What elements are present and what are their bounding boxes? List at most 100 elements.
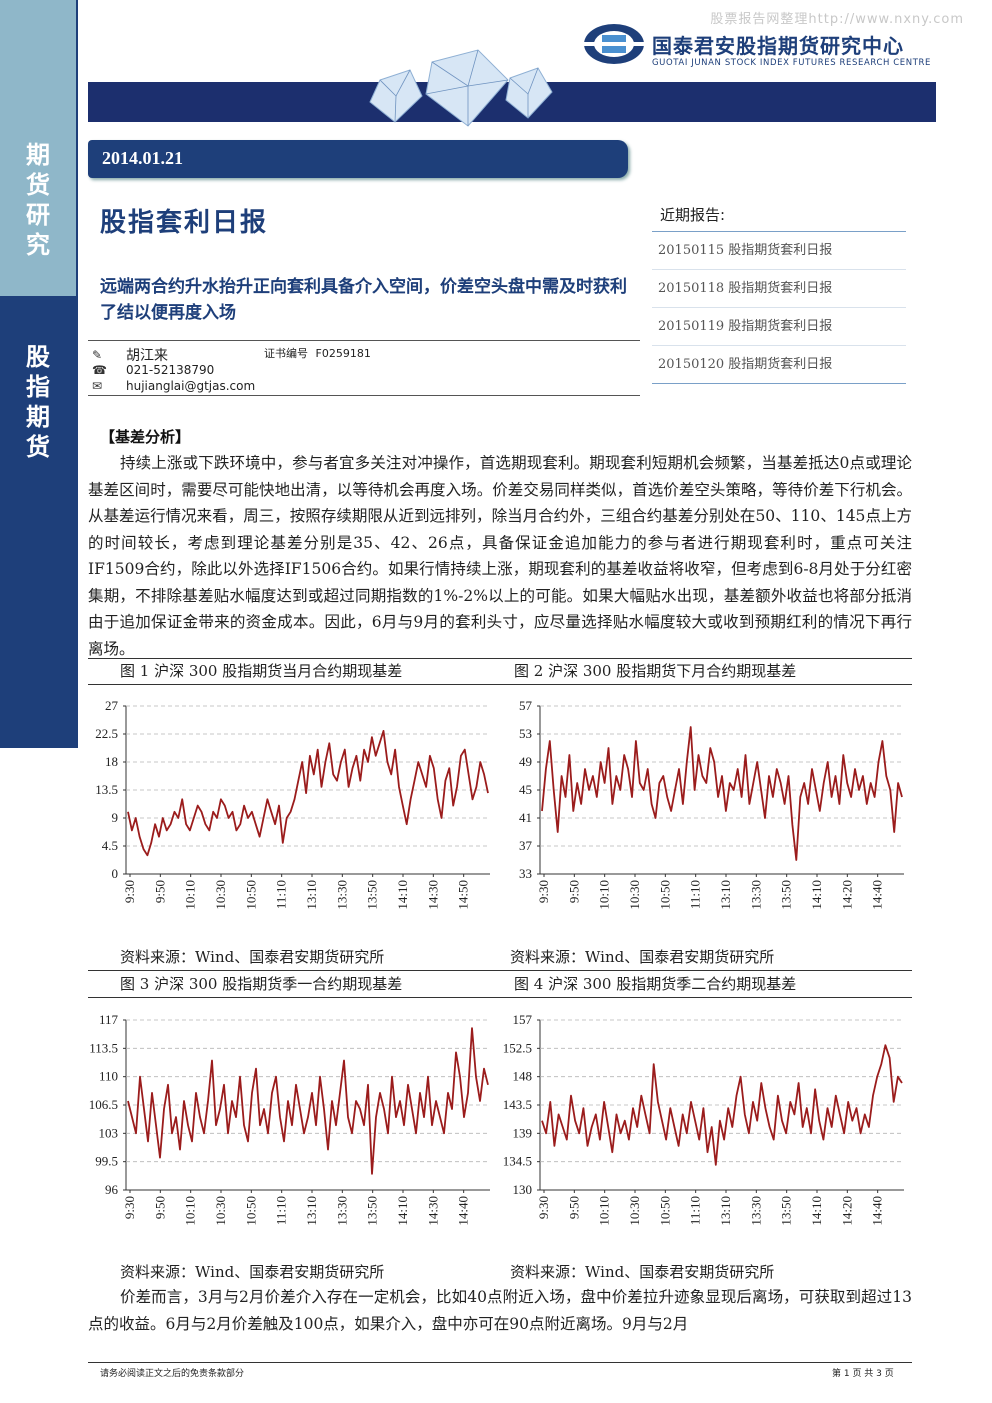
caption-rule — [88, 997, 912, 998]
x-tick-label: 14:40 — [870, 880, 885, 910]
series-line — [541, 726, 903, 861]
x-tick-label: 9:30 — [122, 1196, 137, 1219]
date-bar: 2014.01.21 — [88, 140, 628, 178]
y-tick-label: 0 — [112, 866, 119, 881]
x-tick-label: 10:50 — [243, 1196, 258, 1226]
x-tick-label: 11:10 — [274, 880, 289, 909]
x-tick-label: 10:50 — [243, 880, 258, 910]
chart-1: 27 22.5 18 13.5 9 4.5 09:30 9:50 10:10 10:30 10:50… — [95, 698, 490, 910]
x-tick-label: 10:10 — [183, 880, 198, 910]
recent-report-item[interactable]: 20150115 股指期货套利日报 — [652, 232, 906, 270]
y-tick-label: 117 — [99, 1012, 119, 1027]
x-tick-label: 13:30 — [334, 1196, 349, 1226]
figure-4-caption: 图 4 沪深 300 股指期货季二合约期现基差 — [514, 975, 797, 993]
x-tick-label: 13:10 — [304, 880, 319, 910]
x-tick-label: 10:10 — [597, 1196, 612, 1226]
recent-reports-title: 近期报告: — [652, 204, 906, 232]
y-tick-label: 134.5 — [503, 1154, 532, 1169]
logo-name-en: GUOTAI JUNAN STOCK INDEX FUTURES RESEARC… — [652, 58, 932, 68]
sidebar-divider — [76, 0, 78, 748]
chart-3: 117 113.5 110 106.5 103 99.5 969:30 9:50 10:10 10… — [89, 1012, 490, 1226]
x-tick-label: 13:30 — [748, 1196, 763, 1226]
chart-1-source: 资料来源：Wind、国泰君安期货研究所 — [120, 948, 385, 966]
x-tick-label: 11:10 — [688, 1196, 703, 1225]
x-tick-label: 13:50 — [779, 880, 794, 910]
x-tick-label: 14:10 — [809, 1196, 824, 1226]
y-tick-label: 106.5 — [89, 1097, 118, 1112]
logo-name-cn: 国泰君安股指期货研究中心 — [652, 33, 904, 58]
x-tick-label: 9:50 — [152, 1196, 167, 1219]
x-tick-label: 10:30 — [213, 880, 228, 910]
report-date: 2014.01.21 — [102, 148, 183, 168]
x-tick-label: 10:10 — [597, 880, 612, 910]
x-tick-label: 13:10 — [304, 1196, 319, 1226]
series-line — [127, 730, 489, 857]
y-tick-label: 152.5 — [503, 1040, 532, 1055]
report-title: 股指套利日报 — [100, 208, 269, 238]
author-email[interactable]: hujianglai@gtjas.com — [126, 379, 255, 393]
y-tick-label: 41 — [519, 810, 532, 825]
x-tick-label: 13:10 — [718, 880, 733, 910]
y-tick-label: 9 — [112, 810, 119, 825]
recent-report-item[interactable]: 20150120 股指期货套利日报 — [652, 346, 906, 384]
chart-2-source: 资料来源：Wind、国泰君安期货研究所 — [510, 948, 775, 966]
y-tick-label: 4.5 — [102, 838, 118, 853]
chart-2: 57 53 49 45 41 37 33 9:30 9:50 10:10 10:30 10:50 11:… — [519, 698, 904, 910]
chart-4-source: 资料来源：Wind、国泰君安期货研究所 — [510, 1263, 775, 1281]
author-phone: 021-52138790 — [126, 363, 215, 377]
x-tick-label: 11:10 — [274, 1196, 289, 1225]
x-tick-label: 9:30 — [536, 1196, 551, 1219]
x-tick-label: 9:50 — [152, 880, 167, 903]
x-tick-label: 14:10 — [395, 1196, 410, 1226]
recent-report-item[interactable]: 20150119 股指期货套利日报 — [652, 308, 906, 346]
y-tick-label: 110 — [99, 1069, 118, 1084]
cert-number: F0259181 — [315, 347, 371, 360]
x-tick-label: 13:50 — [779, 1196, 794, 1226]
recent-report-item[interactable]: 20150118 股指期货套利日报 — [652, 270, 906, 308]
x-tick-label: 9:30 — [536, 880, 551, 903]
y-tick-label: 53 — [519, 726, 532, 741]
caption-rule — [88, 684, 912, 685]
x-tick-label: 14:30 — [425, 880, 440, 910]
mail-icon: ✉ — [92, 379, 103, 393]
sidebar-bottom-label: 股指期货 — [26, 343, 50, 461]
y-tick-label: 148 — [513, 1069, 533, 1084]
x-tick-label: 14:10 — [809, 880, 824, 910]
x-tick-label: 10:10 — [183, 1196, 198, 1226]
cert-label: 证书编号 — [264, 347, 308, 360]
caption-rule — [88, 658, 912, 659]
x-tick-label: 9:30 — [122, 880, 137, 903]
x-tick-label: 9:50 — [566, 1196, 581, 1219]
x-tick-label: 10:30 — [213, 1196, 228, 1226]
section-title: 【基差分析】 — [100, 428, 191, 446]
x-tick-label: 14:40 — [870, 1196, 885, 1226]
y-tick-label: 99.5 — [95, 1154, 118, 1169]
sidebar-top-label: 期货研究 — [26, 141, 50, 259]
x-tick-label: 14:10 — [395, 880, 410, 910]
x-tick-label: 14:50 — [456, 880, 471, 910]
y-tick-label: 18 — [105, 754, 118, 769]
x-tick-label: 10:30 — [627, 1196, 642, 1226]
x-tick-label: 10:50 — [657, 880, 672, 910]
x-tick-label: 9:50 — [566, 880, 581, 903]
author-name: 胡江来 — [126, 348, 168, 364]
chart-3-source: 资料来源：Wind、国泰君安期货研究所 — [120, 1263, 385, 1281]
y-tick-label: 13.5 — [95, 782, 118, 797]
phone-icon: ☎ — [92, 363, 107, 377]
y-tick-label: 143.5 — [503, 1097, 532, 1112]
y-tick-label: 27 — [105, 698, 119, 713]
y-tick-label: 103 — [99, 1125, 119, 1140]
y-tick-label: 49 — [519, 754, 532, 769]
footer-page-number: 第 1 页 共 3 页 — [832, 1369, 894, 1379]
series-line — [127, 1027, 489, 1175]
y-tick-label: 22.5 — [95, 726, 118, 741]
footer-disclaimer: 请务必阅读正文之后的免责条款部分 — [100, 1369, 245, 1379]
x-tick-label: 14:20 — [839, 1196, 854, 1226]
diamond-graphic-icon — [369, 49, 553, 127]
figure-3-caption: 图 3 沪深 300 股指期货季一合约期现基差 — [120, 975, 403, 993]
chart-4: 157 152.5 148 143.5 139 134.5 1309:30 9:50 10:10… — [503, 1012, 904, 1226]
x-tick-label: 13:30 — [334, 880, 349, 910]
figure-2-caption: 图 2 沪深 300 股指期货下月合约期现基差 — [514, 662, 797, 680]
y-tick-label: 139 — [513, 1125, 533, 1140]
x-tick-label: 14:40 — [456, 1196, 471, 1226]
